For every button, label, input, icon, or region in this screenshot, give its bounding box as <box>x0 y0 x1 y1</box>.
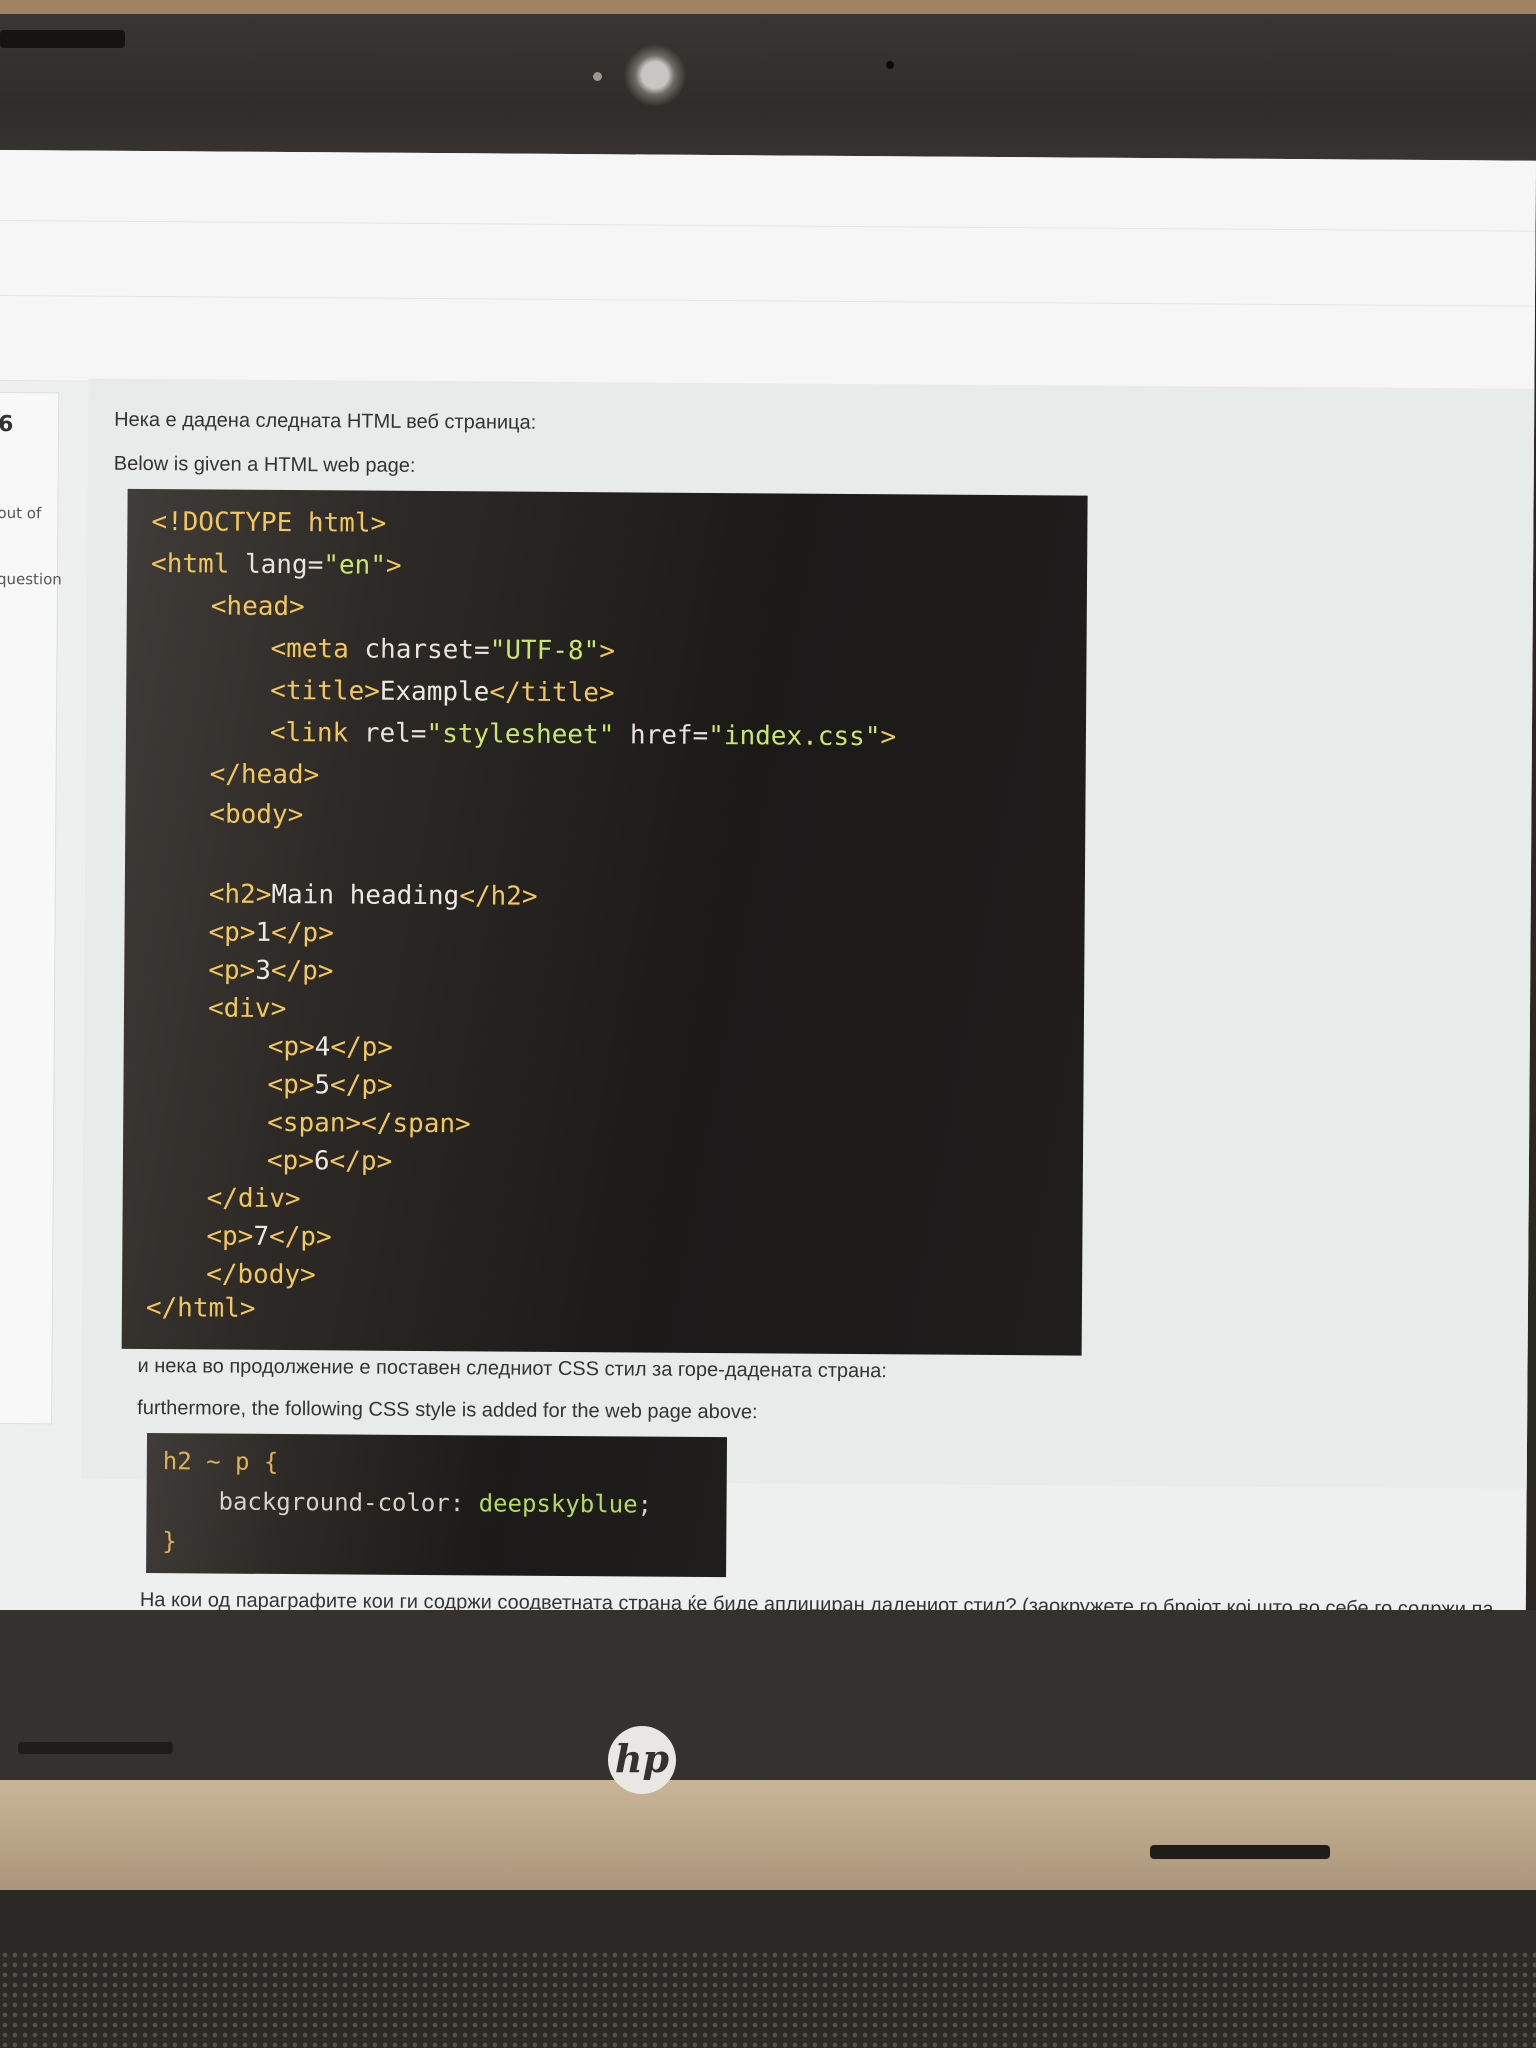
code-token: Example <box>379 676 490 708</box>
code-line: background-color: deepskyblue; <box>218 1487 653 1519</box>
code-token: </p> <box>329 1070 393 1101</box>
code-token: > <box>385 550 402 581</box>
code-line: } <box>162 1527 177 1556</box>
page-header <box>0 150 1536 392</box>
speaker-grille <box>0 1950 1536 2048</box>
code-token: <title> <box>270 675 380 707</box>
laptop-bottom-bezel <box>0 1610 1536 1790</box>
code-line: <div> <box>207 993 287 1025</box>
header-divider <box>0 219 1536 232</box>
css-property: background-color: <box>218 1487 479 1518</box>
code-token: 4 <box>314 1032 331 1063</box>
css-intro-text-en: furthermore, the following CSS style is … <box>137 1396 758 1424</box>
bezel-edge <box>1150 1845 1330 1859</box>
code-token: href= <box>614 720 709 751</box>
code-token: <p> <box>208 917 256 948</box>
code-token: <!DOCTYPE html> <box>151 507 387 539</box>
code-token: <h2> <box>208 879 272 910</box>
code-token: <link <box>269 717 364 749</box>
code-line: <title>Example</title> <box>270 675 615 709</box>
code-line: <p>6</p> <box>266 1145 393 1177</box>
code-line: h2 ~ p { <box>162 1447 279 1476</box>
css-code-block: h2 ~ p { background-color: deepskyblue; … <box>146 1433 728 1578</box>
code-token: </title> <box>489 677 615 709</box>
code-token: 6 <box>313 1146 330 1177</box>
intro-text-en: Below is given a HTML web page: <box>113 452 416 477</box>
code-token: </p> <box>271 917 334 949</box>
camera-indicator-led <box>593 72 602 81</box>
flag-question-link[interactable]: question <box>0 570 62 588</box>
code-token: Main heading <box>271 879 460 912</box>
laptop-base <box>0 1780 1536 1900</box>
code-token: ; <box>637 1490 653 1519</box>
bezel-edge <box>0 30 125 48</box>
header-divider <box>0 294 1535 307</box>
code-token: charset= <box>364 634 490 666</box>
code-token: </p> <box>268 1221 332 1253</box>
code-token: </head> <box>209 759 320 791</box>
code-line: <h2>Main heading</h2> <box>208 879 538 912</box>
hp-logo-icon: hp <box>608 1726 676 1794</box>
code-token: <p> <box>267 1069 315 1101</box>
code-token: </p> <box>270 955 334 987</box>
code-line: <p>4</p> <box>267 1031 394 1063</box>
code-token: <div> <box>207 993 287 1025</box>
code-token: <p> <box>206 1221 254 1252</box>
code-token: "UTF-8" <box>489 635 600 667</box>
code-line: <!DOCTYPE html> <box>151 507 387 539</box>
code-line: </html> <box>145 1293 256 1324</box>
code-line: </body> <box>206 1259 316 1291</box>
code-line: <p>3</p> <box>208 955 334 987</box>
css-value: deepskyblue <box>478 1489 638 1519</box>
code-token: </html> <box>145 1293 256 1324</box>
question-marks-label: out of <box>0 503 42 523</box>
code-token: "stylesheet" <box>426 718 615 751</box>
code-token: <p> <box>266 1145 315 1177</box>
code-line: <p>5</p> <box>267 1069 393 1101</box>
code-line: <meta charset="UTF-8"> <box>270 633 616 667</box>
code-token: "en" <box>323 550 387 581</box>
css-selector: h2 ~ p { <box>162 1447 279 1476</box>
code-token: </h2> <box>459 881 538 912</box>
code-token: 3 <box>255 955 272 986</box>
code-token: 7 <box>253 1221 270 1252</box>
code-token: > <box>880 722 897 753</box>
code-token: <p> <box>267 1031 315 1063</box>
code-token: 1 <box>255 917 272 948</box>
code-token: rel= <box>363 718 427 749</box>
code-token: </div> <box>206 1183 301 1215</box>
code-token: "index.css" <box>708 720 881 753</box>
code-token: > <box>599 636 616 667</box>
code-line: <p>1</p> <box>208 917 334 949</box>
question-info-card <box>0 391 60 1425</box>
code-line: <head> <box>210 591 305 623</box>
code-token: </body> <box>206 1259 316 1291</box>
code-line: <p>7</p> <box>206 1221 332 1253</box>
code-line: </head> <box>209 759 320 791</box>
bezel-edge <box>18 1742 173 1754</box>
code-line: <link rel="stylesheet" href="index.css"> <box>269 717 897 753</box>
html-code-block: <!DOCTYPE html> <html lang="en"> <head> … <box>121 488 1088 1356</box>
webcam-icon <box>624 44 686 106</box>
code-token: lang= <box>244 549 324 581</box>
code-token: 5 <box>314 1070 331 1101</box>
code-token: } <box>162 1527 177 1556</box>
code-token: <span></span> <box>267 1107 471 1140</box>
microphone-hole <box>886 61 894 69</box>
question-number: 6 <box>0 411 14 438</box>
laptop-screen: 6 out of question Нека е дадена следната… <box>0 150 1536 1661</box>
code-line: </div> <box>206 1183 301 1215</box>
code-line: <body> <box>209 799 304 831</box>
code-token: <head> <box>210 591 305 623</box>
code-line: <html lang="en"> <box>151 549 402 581</box>
code-token: </p> <box>329 1146 393 1177</box>
code-token: <p> <box>208 955 256 986</box>
code-token: <body> <box>209 799 304 831</box>
code-token: <html <box>151 549 246 580</box>
code-line: <span></span> <box>267 1107 471 1140</box>
code-token: </p> <box>330 1032 394 1063</box>
code-token: <meta <box>270 633 365 665</box>
intro-text-mk: Нека е дадена следната HTML веб страница… <box>114 408 537 434</box>
